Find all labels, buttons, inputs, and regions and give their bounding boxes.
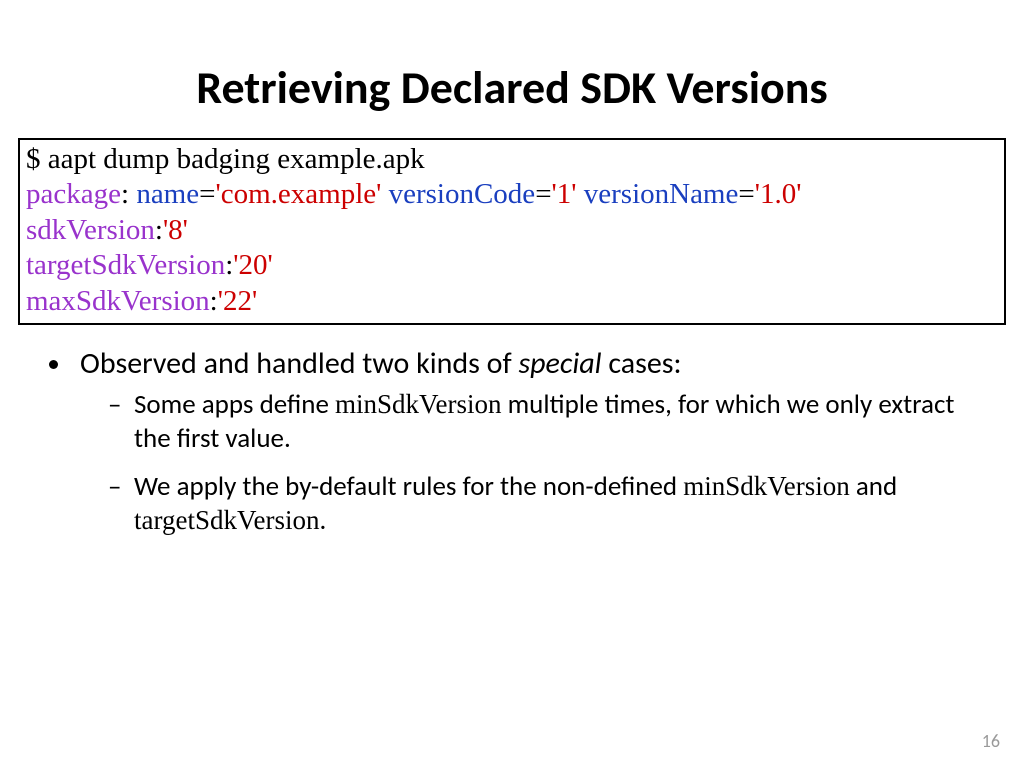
sub1-a: Some apps define <box>134 388 335 421</box>
code-line-command: $ aapt dump badging example.apk <box>26 142 998 177</box>
bullet-main-pre: Observed and handled two kinds of <box>80 345 518 382</box>
sub2-code2: targetSdkVersion <box>134 505 319 535</box>
command-text: $ aapt dump badging example.apk <box>26 143 425 175</box>
sub2-code1: minSdkVersion <box>683 471 850 501</box>
val-sdkversion: '8' <box>163 214 188 246</box>
bullets-area: Observed and handled two kinds of specia… <box>0 335 1024 538</box>
attr-versioncode: versionCode <box>389 178 536 210</box>
kw-maxsdk: maxSdkVersion <box>26 285 210 317</box>
code-line-package: package: name='com.example' versionCode=… <box>26 177 998 212</box>
bullet-main-post: cases: <box>602 345 682 382</box>
kw-sdkversion: sdkVersion <box>26 214 155 246</box>
kw-targetsdk: targetSdkVersion <box>26 249 225 281</box>
slide: Retrieving Declared SDK Versions $ aapt … <box>0 0 1024 768</box>
val-name: 'com.example' <box>215 178 381 210</box>
sub2-mid: and <box>850 470 897 503</box>
val-targetsdk: '20' <box>233 249 272 281</box>
sub2-a: We apply the by-default rules for the no… <box>134 470 683 503</box>
bullet-main: Observed and handled two kinds of specia… <box>74 345 984 538</box>
val-versioncode: '1' <box>552 178 577 210</box>
subbullet-2: We apply the by-default rules for the no… <box>114 470 984 538</box>
bullet-main-em: special <box>518 345 601 382</box>
code-line-maxsdk: maxSdkVersion:'22' <box>26 284 998 319</box>
code-box: $ aapt dump badging example.apk package:… <box>18 138 1006 325</box>
page-number: 16 <box>982 730 1000 752</box>
subbullet-1: Some apps define minSdkVersion multiple … <box>114 388 984 456</box>
code-line-sdkversion: sdkVersion:'8' <box>26 213 998 248</box>
kw-package: package <box>26 178 121 210</box>
sub1-code: minSdkVersion <box>335 389 502 419</box>
attr-name: name <box>136 178 199 210</box>
slide-title: Retrieving Declared SDK Versions <box>0 0 1024 132</box>
val-maxsdk: '22' <box>218 285 257 317</box>
sub2-end: . <box>319 504 326 537</box>
val-versionname: '1.0' <box>755 178 802 210</box>
attr-versionname: versionName <box>584 178 739 210</box>
code-line-targetsdk: targetSdkVersion:'20' <box>26 248 998 283</box>
